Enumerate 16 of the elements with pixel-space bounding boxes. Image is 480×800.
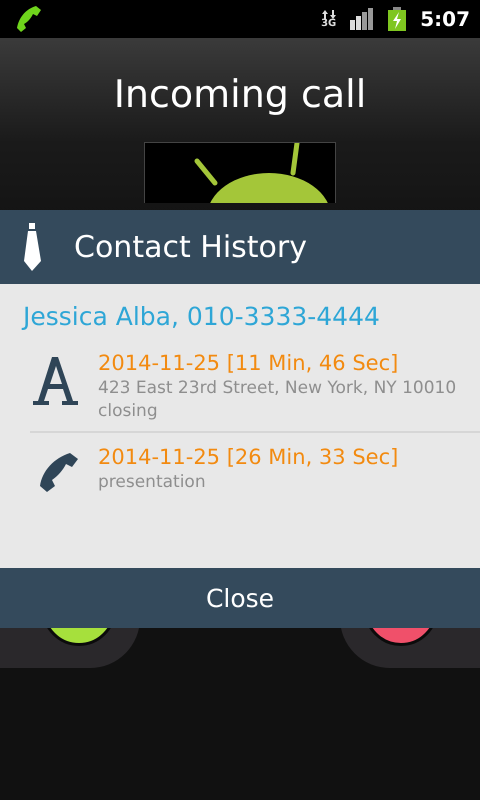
data-arrows-icon: [322, 10, 336, 18]
close-button[interactable]: Close: [0, 568, 480, 628]
signal-icon: [350, 8, 374, 30]
call-date: 2014-11-25 [11 Min, 46 Sec]: [98, 351, 400, 375]
call-detail: presentation: [98, 472, 207, 492]
call-title: Incoming call: [114, 72, 366, 116]
network-type: 3G: [321, 18, 336, 28]
call-detail: closing: [98, 401, 159, 421]
status-time: 5:07: [420, 7, 470, 31]
call-date: 2014-11-25 [26 Min, 33 Sec]: [98, 445, 398, 469]
call-detail: 423 East 23rd Street, New York, NY 10010: [98, 378, 456, 398]
battery-icon: [388, 7, 406, 31]
phone-icon: [14, 5, 42, 33]
tie-icon: [22, 223, 42, 271]
contact-name: Jessica Alba, 010-3333-4444: [20, 302, 381, 331]
dialog-title: Contact History: [74, 230, 307, 264]
